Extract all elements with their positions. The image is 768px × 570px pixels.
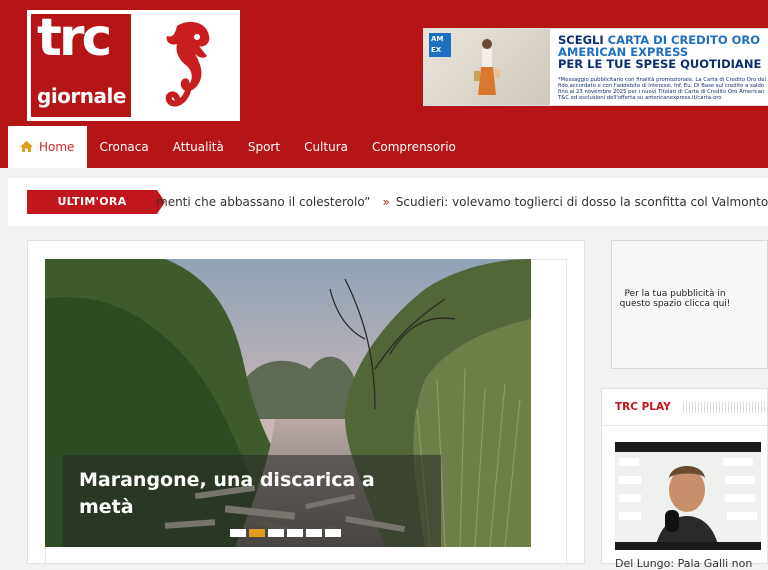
- nav-home-label: Home: [39, 140, 75, 154]
- ad-headline-line3: PER LE TUE SPESE QUOTIDIANE: [558, 57, 762, 71]
- ticker-text[interactable]: menti che abbassano il colesterolo” » Scud…: [156, 190, 768, 214]
- slider-dot[interactable]: [325, 529, 341, 537]
- featured-slide[interactable]: Marangone, una discarica a metà: [45, 259, 531, 547]
- nav-comprensorio[interactable]: Comprensorio: [360, 126, 468, 168]
- section-title-decoration: [683, 402, 768, 413]
- nav-cronaca[interactable]: Cronaca: [87, 126, 160, 168]
- slider-dot[interactable]: [287, 529, 303, 537]
- ticker-item[interactable]: menti che abbassano il colesterolo”: [156, 195, 370, 209]
- seahorse-icon: [165, 21, 210, 107]
- main-nav: Home Cronaca Attualità Sport Cultura Com…: [8, 126, 768, 168]
- nav-home[interactable]: Home: [8, 126, 88, 168]
- divider: [602, 425, 768, 426]
- logo-badge: trc giornale: [31, 8, 131, 117]
- ticker-item[interactable]: Scudieri: volevamo toglierci di dosso la…: [396, 195, 768, 209]
- trc-play-widget: TRC PLAY Del Lungo: Pala Galli non: [601, 388, 768, 570]
- logo-text-trc: trc: [37, 8, 112, 68]
- slider-dot[interactable]: [268, 529, 284, 537]
- ad-headline: SCEGLI CARTA DI CREDITO ORO AMERICAN EXP…: [558, 34, 761, 70]
- breaking-news-ticker: ULTIM'ORA menti che abbassano il coleste…: [8, 178, 768, 226]
- slider-pagination: [230, 529, 341, 537]
- home-icon: [20, 140, 33, 152]
- site-logo[interactable]: trc giornale: [27, 8, 240, 121]
- sidebar-ad-text: Per la tua pubblicità in questo spazio c…: [619, 289, 731, 309]
- nav-sport[interactable]: Sport: [236, 126, 292, 168]
- video-thumbnail[interactable]: [615, 442, 761, 550]
- nav-cultura[interactable]: Cultura: [292, 126, 360, 168]
- amex-logo: AM EX: [429, 33, 451, 57]
- trc-play-title: TRC PLAY: [615, 401, 671, 413]
- sidebar-ad-placeholder[interactable]: Per la tua pubblicità in questo spazio c…: [611, 240, 768, 369]
- slider-dot[interactable]: [306, 529, 322, 537]
- main-content: Marangone, una discarica a metà: [27, 240, 585, 565]
- ad-small-print: *Messaggio pubblicitario con finalità pr…: [558, 77, 767, 101]
- slide-title[interactable]: Marangone, una discarica a metà: [79, 467, 419, 521]
- amex-ad-banner[interactable]: AM EX SCEGLI CARTA DI CREDITO ORO AMERIC…: [423, 28, 768, 106]
- ad-photo: AM EX: [424, 29, 550, 105]
- nav-attualita[interactable]: Attualità: [161, 126, 236, 168]
- ticker-separator: »: [382, 195, 390, 209]
- logo-text-giornale: giornale: [37, 84, 126, 108]
- slider-dot-active[interactable]: [249, 529, 265, 537]
- site-header: trc giornale AM EX SCEGLI CARTA DI CREDI…: [0, 0, 768, 168]
- shopper-figure-icon: [474, 39, 500, 95]
- slider-dot[interactable]: [230, 529, 246, 537]
- ticker-label: ULTIM'ORA: [27, 190, 165, 214]
- video-thumbnail-image: [615, 442, 761, 550]
